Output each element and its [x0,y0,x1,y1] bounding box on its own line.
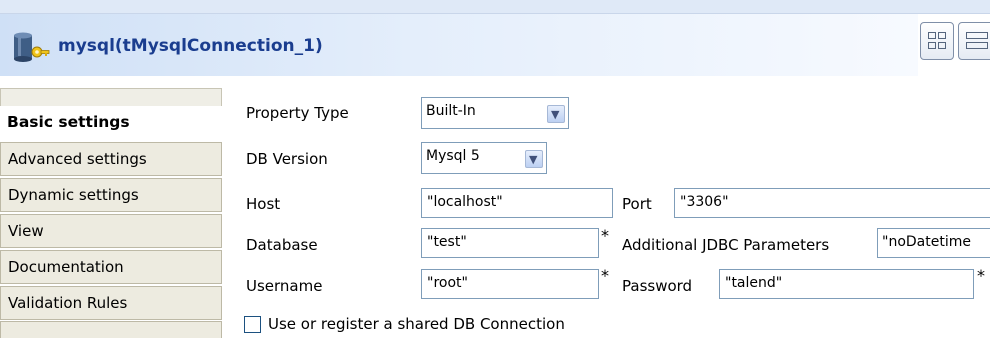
settings-sidebar: Basic settings Advanced settings Dynamic… [0,88,230,338]
password-label: Password [622,277,693,295]
db-version-select[interactable]: Mysql 5 ▼ [421,142,547,174]
chevron-down-icon[interactable]: ▼ [547,105,565,123]
property-type-label: Property Type [246,104,349,122]
chevron-down-icon[interactable]: ▼ [525,150,543,168]
shared-connection-checkbox[interactable] [244,316,261,333]
layout-grid-button[interactable] [920,22,954,60]
jdbc-parameters-value: "noDatetime [882,234,971,250]
component-title-bar: mysql(tMysqlConnection_1) [0,14,918,76]
shared-connection-label[interactable]: Use or register a shared DB Connection [268,315,565,333]
required-marker: * [601,266,609,285]
port-label: Port [622,195,652,213]
username-value: "root" [427,275,468,291]
sidebar-item-validation-rules[interactable]: Validation Rules [0,286,222,320]
sidebar-item-documentation[interactable]: Documentation [0,250,222,284]
database-key-icon [12,32,50,62]
host-label: Host [246,195,281,213]
required-marker: * [601,226,609,245]
database-value: "test" [427,234,467,250]
host-value: "localhost" [427,194,503,210]
password-input[interactable]: "talend" [719,269,974,299]
property-type-value: Built-In [426,103,476,119]
layout-list-button[interactable] [958,22,990,60]
database-input[interactable]: "test" [421,228,599,258]
property-type-select[interactable]: Built-In ▼ [421,97,569,129]
sidebar-item-basic-settings[interactable]: Basic settings [0,106,222,140]
database-label: Database [246,236,318,254]
top-strip [0,0,990,14]
sidebar-bottom-spacer [0,321,222,338]
username-label: Username [246,277,323,295]
required-marker: * [977,266,985,285]
jdbc-parameters-label: Additional JDBC Parameters [622,236,830,254]
sidebar-item-advanced-settings[interactable]: Advanced settings [0,142,222,176]
db-version-value: Mysql 5 [426,148,480,164]
db-version-label: DB Version [246,150,328,168]
username-input[interactable]: "root" [421,269,599,299]
jdbc-parameters-input[interactable]: "noDatetime [877,228,990,258]
sidebar-item-view[interactable]: View [0,214,222,248]
sidebar-top-spacer [0,88,222,106]
password-value: "talend" [725,275,783,291]
port-input[interactable]: "3306" [674,188,990,218]
port-value: "3306" [680,194,729,210]
sidebar-item-dynamic-settings[interactable]: Dynamic settings [0,178,222,212]
host-input[interactable]: "localhost" [421,188,613,218]
component-title: mysql(tMysqlConnection_1) [58,36,323,56]
